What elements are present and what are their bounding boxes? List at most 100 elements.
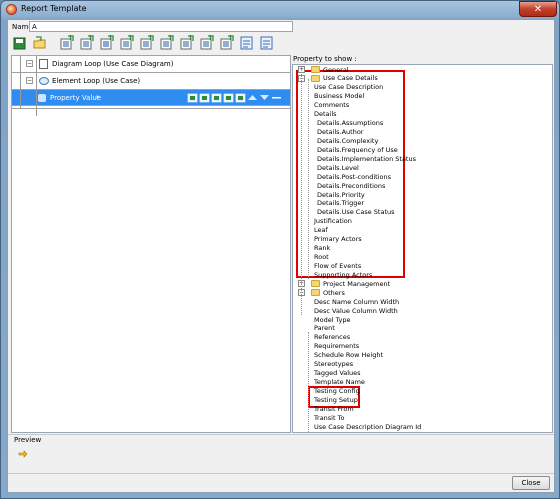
- add-image-icon: [140, 35, 154, 50]
- tree-item-label: Details.Frequency of Use: [317, 145, 398, 154]
- add-image-icon[interactable]: [139, 35, 154, 51]
- add-sibling-icon[interactable]: [211, 92, 222, 103]
- tree-item[interactable]: Details.Assumptions: [317, 119, 383, 127]
- template-row-property-value[interactable]: Property Value *: [12, 90, 290, 106]
- tree-item[interactable]: Tagged Values: [314, 369, 361, 377]
- tree-item[interactable]: Root: [314, 253, 329, 261]
- add-page-break-icon[interactable]: [199, 35, 214, 51]
- preview-icon: [240, 36, 253, 50]
- report-icon[interactable]: [259, 35, 274, 51]
- preview-divider: [8, 434, 554, 435]
- tree-item[interactable]: Comments: [314, 101, 349, 109]
- add-child-icon: [80, 35, 94, 50]
- tree-item[interactable]: Details.Preconditions: [317, 182, 385, 190]
- tree-item[interactable]: References: [314, 333, 350, 341]
- preview-icon[interactable]: [239, 35, 254, 51]
- tree-item-label: Root: [314, 253, 329, 262]
- add-text-icon[interactable]: [159, 35, 174, 51]
- settings-icon[interactable]: [223, 92, 234, 103]
- add-property-icon[interactable]: [179, 35, 194, 51]
- tree-item[interactable]: Testing Setup: [314, 396, 358, 404]
- tree-folder[interactable]: + Project Management: [298, 280, 390, 288]
- tree-folder[interactable]: − Others: [298, 289, 345, 297]
- tree-item[interactable]: Leaf: [314, 226, 328, 234]
- tree-guide-line: [36, 56, 37, 108]
- tree-folder[interactable]: + General: [298, 66, 349, 74]
- template-row-diagram-loop[interactable]: − Diagram Loop (Use Case Diagram): [12, 56, 290, 73]
- tree-item[interactable]: Parent: [314, 324, 335, 332]
- tree-item[interactable]: Stereotypes: [314, 360, 353, 368]
- close-button[interactable]: Close: [512, 476, 550, 490]
- tree-item[interactable]: Transit To: [314, 414, 344, 422]
- add-sibling-icon: [211, 93, 222, 103]
- tree-item[interactable]: Requirements: [314, 342, 359, 350]
- tree-guide-line: [308, 79, 309, 279]
- tree-item[interactable]: Primary Actors: [314, 235, 362, 243]
- tree-item-label: Flow of Events: [314, 261, 362, 270]
- move-down-icon[interactable]: [259, 92, 270, 103]
- name-input[interactable]: [29, 21, 293, 32]
- add-loop-icon[interactable]: [99, 35, 114, 51]
- tree-item[interactable]: Details.Post-conditions: [317, 173, 391, 181]
- tree-item-label: Schedule Row Height: [314, 351, 384, 360]
- tree-item-label: Desc Name Column Width: [314, 297, 400, 306]
- tree-item[interactable]: Template Name: [314, 378, 365, 386]
- tree-item-label: Details.Preconditions: [317, 181, 386, 190]
- add-detail-icon[interactable]: [219, 35, 234, 51]
- tree-item[interactable]: Use Case Description Diagram Id: [314, 423, 421, 431]
- tree-item[interactable]: Business Model: [314, 92, 364, 100]
- tree-item[interactable]: Details.Trigger: [317, 199, 364, 207]
- move-up-icon[interactable]: [247, 92, 258, 103]
- template-row-element-loop[interactable]: − Element Loop (Use Case): [12, 73, 290, 90]
- tree-item[interactable]: Details.Frequency of Use: [317, 146, 398, 154]
- tree-item[interactable]: Details.Level: [317, 164, 359, 172]
- property-tree[interactable]: + General − Use Case Details Use Case Descri…: [292, 64, 553, 433]
- tree-item[interactable]: Testing Config: [314, 387, 360, 395]
- folder-open-icon: [311, 289, 320, 297]
- tree-item-label: Details: [314, 110, 337, 119]
- tree-guide-line: [36, 108, 37, 116]
- tree-item[interactable]: Schedule Row Height: [314, 351, 383, 359]
- footer-divider: [8, 473, 554, 474]
- tree-item-label: Transit From: [314, 404, 354, 413]
- add-icon[interactable]: [59, 35, 74, 51]
- add-detail-icon: [220, 35, 234, 50]
- tree-item[interactable]: Use Case Description: [314, 83, 383, 91]
- tree-item[interactable]: Supporting Actors: [314, 271, 372, 279]
- rows-end-divider: [12, 108, 290, 109]
- tree-item[interactable]: Details.Use Case Status: [317, 208, 395, 216]
- tree-item[interactable]: Details.Author: [317, 128, 363, 136]
- tree-item[interactable]: Model Type: [314, 316, 351, 324]
- tree-item[interactable]: Details.Priority: [317, 191, 365, 199]
- preview-arrows-icon[interactable]: [18, 450, 28, 459]
- add-property-icon: [180, 35, 194, 50]
- tree-item[interactable]: Rank: [314, 244, 330, 252]
- tree-guide-line: [20, 56, 21, 108]
- copy-icon[interactable]: [235, 92, 246, 103]
- copy-icon: [235, 93, 246, 103]
- collapse-icon[interactable]: −: [26, 60, 33, 67]
- window-close-button[interactable]: ✕: [519, 1, 557, 17]
- preview-label: Preview: [14, 436, 42, 444]
- tree-item[interactable]: Details.Complexity: [317, 137, 378, 145]
- tree-item-label: Requirements: [314, 342, 360, 351]
- tree-item[interactable]: Desc Name Column Width: [314, 298, 399, 306]
- tree-folder[interactable]: − Use Case Details: [298, 74, 378, 82]
- remove-icon[interactable]: [271, 92, 282, 103]
- tree-item[interactable]: Flow of Events: [314, 262, 361, 270]
- tree-item[interactable]: Details: [314, 110, 337, 118]
- add-table-icon[interactable]: [119, 35, 134, 51]
- folder-icon: [311, 66, 320, 73]
- save-icon[interactable]: [12, 35, 27, 51]
- tree-item[interactable]: Justification: [314, 217, 352, 225]
- tree-item[interactable]: Desc Value Column Width: [314, 307, 398, 315]
- move-in-icon[interactable]: [187, 92, 198, 103]
- tree-item[interactable]: Details.Implementation Status: [317, 155, 416, 163]
- collapse-icon[interactable]: −: [26, 77, 33, 84]
- open-icon[interactable]: [32, 35, 47, 51]
- add-child-icon[interactable]: [79, 35, 94, 51]
- tree-item[interactable]: Transit From: [314, 405, 354, 413]
- tree-item-label: Stereotypes: [314, 360, 354, 369]
- tree-item-label: Details.Complexity: [317, 136, 379, 145]
- move-out-icon[interactable]: [199, 92, 210, 103]
